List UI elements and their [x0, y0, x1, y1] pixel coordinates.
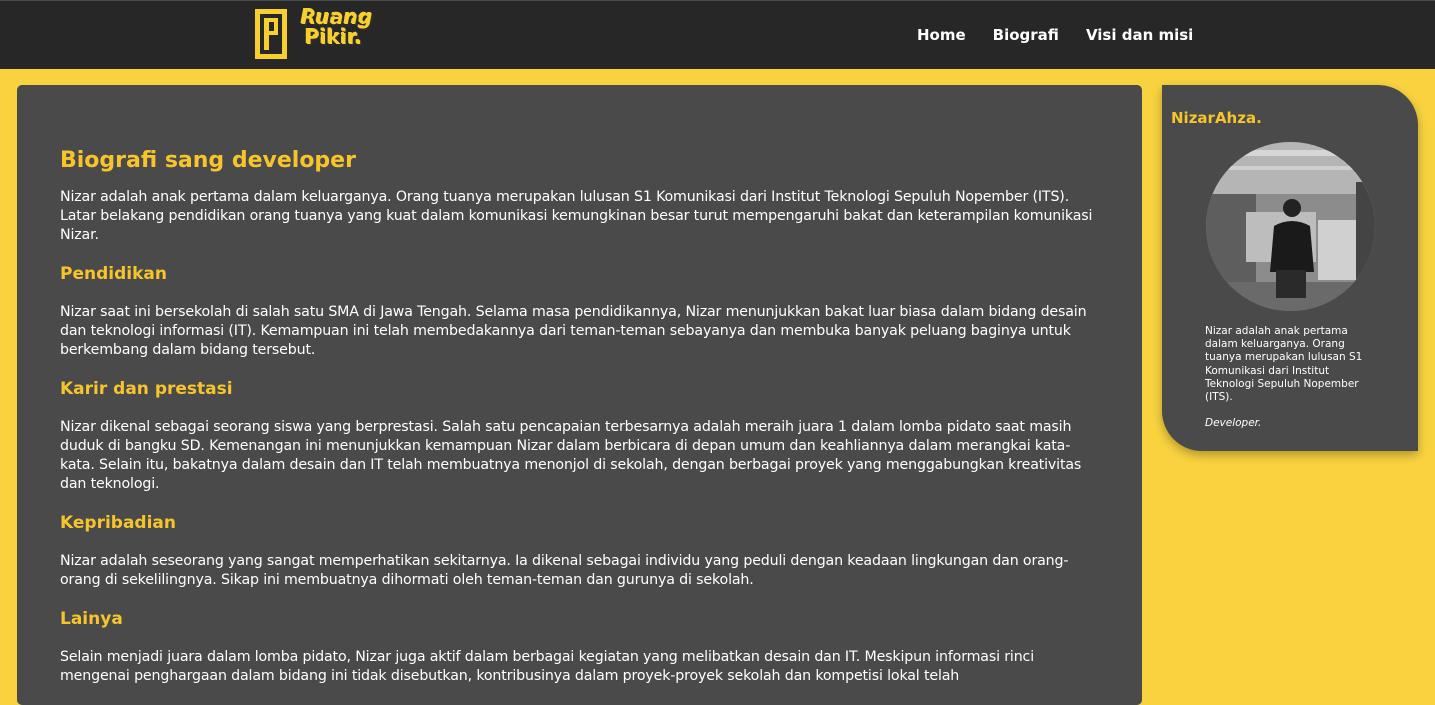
- navbar: Ruang Pikir. Home Biografi Visi dan misi: [0, 0, 1435, 69]
- profile-name: NizarAhza.: [1171, 109, 1262, 127]
- section-title-lainya: Lainya: [60, 609, 123, 629]
- section-title-pendidikan: Pendidikan: [60, 264, 167, 284]
- biography-panel: Biografi sang developer Nizar adalah ana…: [17, 85, 1142, 705]
- section-title-kepribadian: Kepribadian: [60, 513, 176, 533]
- intro-paragraph: Nizar adalah anak pertama dalam keluarga…: [60, 189, 1093, 243]
- logo-mark-icon: [255, 9, 287, 59]
- nav-link-home[interactable]: Home: [917, 25, 966, 45]
- section-text-lainya: Selain menjadi juara dalam lomba pidato,…: [60, 649, 1034, 684]
- section-text-karir: Nizar dikenal sebagai seorang siswa yang…: [60, 419, 1082, 492]
- logo-text: Ruang Pikir.: [301, 7, 373, 47]
- logo-text-line1: Ruang: [301, 5, 373, 29]
- profile-role: Developer.: [1205, 417, 1262, 429]
- section-text-kepribadian: Nizar adalah seseorang yang sangat mempe…: [60, 553, 1069, 588]
- avatar: [1206, 142, 1375, 311]
- ruang-pikir-logo[interactable]: Ruang Pikir.: [253, 7, 388, 63]
- nav-links: Home Biografi Visi dan misi: [917, 25, 1220, 45]
- logo-text-line2: Pikir.: [305, 25, 363, 49]
- section-text-pendidikan: Nizar saat ini bersekolah di salah satu …: [60, 304, 1087, 358]
- profile-description: Nizar adalah anak pertama dalam keluarga…: [1205, 325, 1363, 404]
- nav-link-visi-dan-misi[interactable]: Visi dan misi: [1086, 25, 1193, 45]
- avatar-photo-icon: [1206, 142, 1375, 311]
- nav-link-biografi[interactable]: Biografi: [993, 25, 1059, 45]
- page-title: Biografi sang developer: [60, 148, 356, 173]
- profile-card: NizarAhza. Nizar adalah anak pertama dal…: [1162, 85, 1418, 451]
- section-title-karir: Karir dan prestasi: [60, 379, 233, 399]
